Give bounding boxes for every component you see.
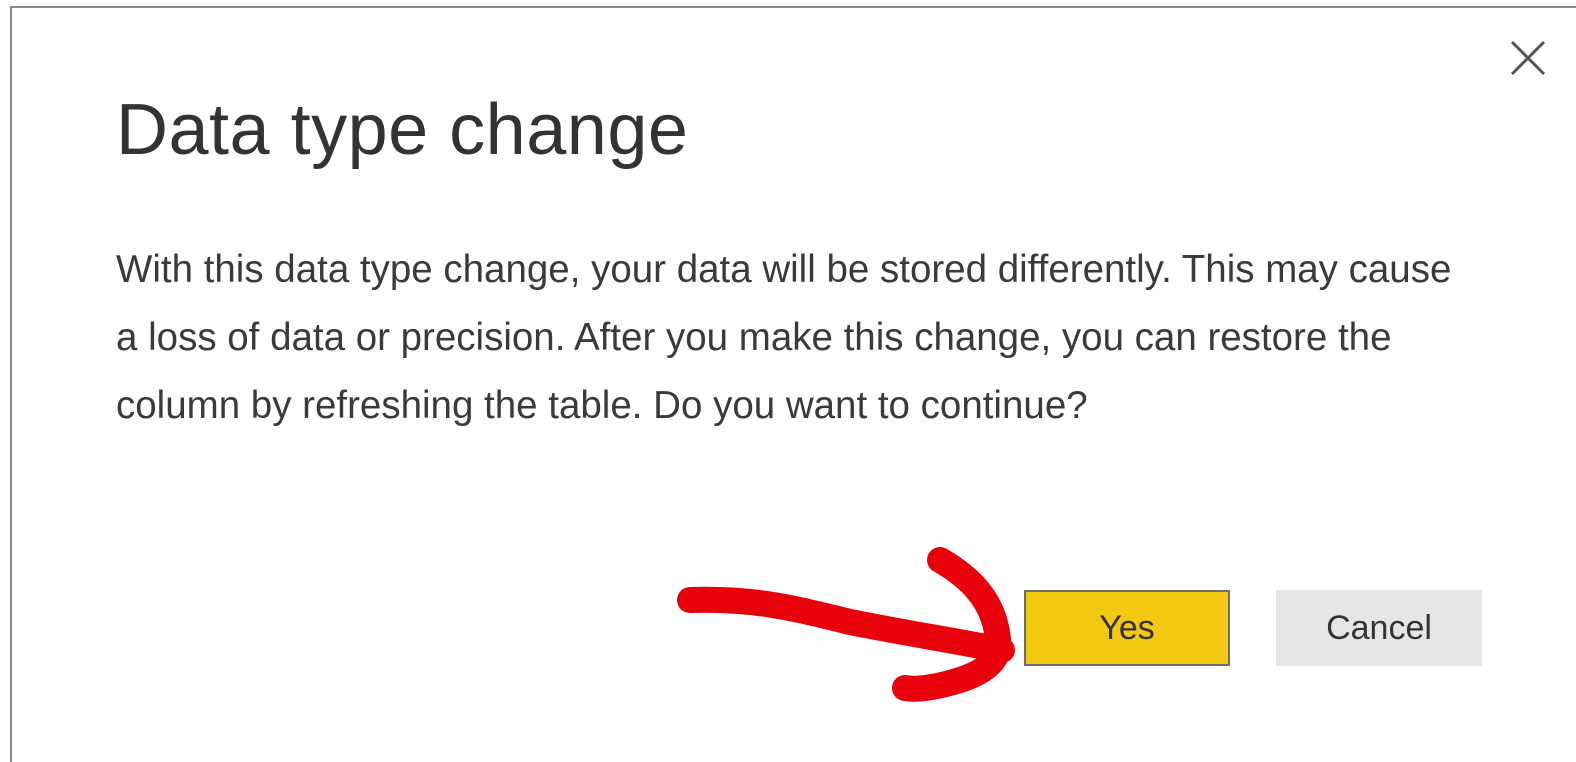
close-icon[interactable] bbox=[1506, 36, 1550, 80]
dialog-title: Data type change bbox=[116, 90, 689, 170]
cancel-button[interactable]: Cancel bbox=[1276, 590, 1482, 666]
yes-button[interactable]: Yes bbox=[1024, 590, 1230, 666]
data-type-change-dialog: Data type change With this data type cha… bbox=[10, 6, 1576, 762]
dialog-message: With this data type change, your data wi… bbox=[116, 248, 1452, 427]
